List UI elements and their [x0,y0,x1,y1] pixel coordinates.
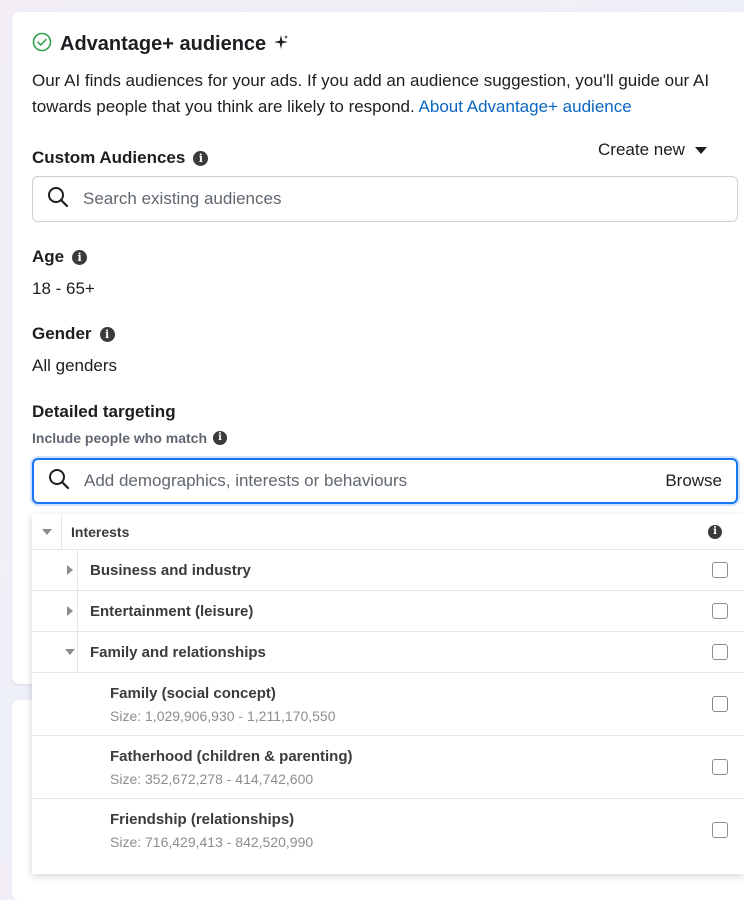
triangle-right-icon [66,606,73,616]
interest-item-fatherhood[interactable]: Fatherhood (children & parenting) Size: … [32,736,744,799]
audience-size: Size: 716,429,413 - 842,520,990 [110,834,314,850]
audience-size: Size: 352,672,278 - 414,742,600 [110,770,314,787]
collapse-toggle[interactable] [32,514,62,549]
browse-button[interactable]: Browse [665,471,722,491]
checkbox[interactable] [712,822,728,838]
search-icon [48,468,70,495]
advantage-header: Advantage+ audience [32,32,289,57]
info-icon[interactable]: i [708,524,722,539]
interests-root-row[interactable]: Interests i [32,514,744,550]
category-label: Entertainment (leisure) [90,602,254,620]
collapse-toggle[interactable] [62,632,78,672]
custom-audience-search-input[interactable]: Search existing audiences [32,176,738,222]
audience-size: Size: 1,029,906,930 - 1,211,170,550 [110,707,336,724]
checkbox[interactable] [712,644,728,660]
info-icon[interactable]: i [72,249,88,265]
custom-audiences-text: Custom Audiences [32,148,186,167]
expand-toggle[interactable] [62,591,78,631]
category-row-family[interactable]: Family and relationships [32,632,744,673]
category-row-business[interactable]: Business and industry [32,550,744,591]
custom-audiences-label: Custom Audiences i [32,148,209,168]
create-new-label: Create new [598,140,685,159]
search-placeholder: Add demographics, interests or behaviour… [84,471,408,490]
check-circle-icon [32,32,52,57]
triangle-down-icon [41,528,52,535]
triangle-down-icon [64,649,75,655]
gender-label: Gender i [32,324,115,344]
checkbox[interactable] [712,759,728,775]
include-people-label: Include people who match i [32,430,228,446]
sparkle-icon [274,35,289,54]
targeting-dropdown: Interests i Business and industry Entert… [32,514,744,874]
search-placeholder: Search existing audiences [83,189,282,208]
interest-item-friendship[interactable]: Friendship (relationships) Size: 716,429… [32,799,744,862]
triangle-right-icon [66,565,73,575]
advantage-title: Advantage+ audience [60,33,267,55]
checkbox[interactable] [712,562,728,578]
category-label: Family and relationships [90,643,266,661]
detailed-targeting-search-input[interactable]: Add demographics, interests or behaviour… [32,458,738,504]
age-value[interactable]: 18 - 65+ [32,279,95,299]
interests-label: Interests [71,523,130,540]
info-icon[interactable]: i [99,326,115,342]
advantage-description: Our AI finds audiences for your ads. If … [32,68,732,120]
checkbox[interactable] [712,603,728,619]
category-label: Business and industry [90,561,251,579]
interest-item-family[interactable]: Family (social concept) Size: 1,029,906,… [32,673,744,736]
age-text: Age [32,247,65,266]
category-row-entertainment[interactable]: Entertainment (leisure) [32,591,744,632]
about-advantage-link[interactable]: About Advantage+ audience [419,97,632,116]
info-icon[interactable]: i [213,431,228,445]
include-people-text: Include people who match [32,430,208,446]
detailed-targeting-label: Detailed targeting [32,402,176,422]
gender-text: Gender [32,324,92,343]
info-icon[interactable]: i [193,150,209,166]
interest-label: Family (social concept) [110,684,276,702]
expand-toggle[interactable] [62,550,78,590]
detailed-targeting-text: Detailed targeting [32,402,176,421]
create-new-button[interactable]: Create new [598,140,707,160]
search-icon [47,186,69,213]
checkbox[interactable] [712,696,728,712]
interest-label: Fatherhood (children & parenting) [110,747,353,765]
caret-down-icon [694,146,707,154]
gender-value[interactable]: All genders [32,356,117,376]
age-label: Age i [32,247,88,267]
interest-label: Friendship (relationships) [110,811,295,828]
